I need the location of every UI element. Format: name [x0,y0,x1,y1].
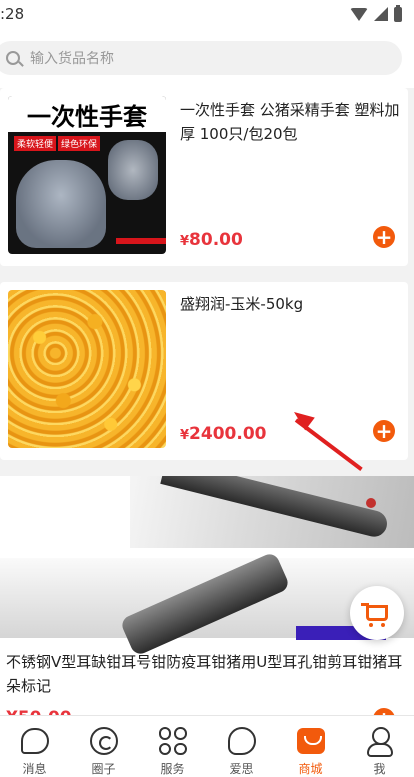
profile-icon [365,726,395,757]
circle-icon [89,727,118,755]
message-icon [20,728,49,754]
currency-symbol: ¥ [180,234,190,249]
tab-circle[interactable]: 圈子 [69,716,138,777]
add-to-cart-button[interactable]: + [373,226,395,248]
love-icon [227,726,257,756]
product-price: ¥80.00 [180,230,243,250]
tab-label: 消息 [22,762,47,776]
love-icon [227,727,256,755]
grid-dot [174,742,187,755]
product-card[interactable]: 一次性手套 柔软轻便 绿色环保 一次性手套 公猪采精手套 塑料加厚 100只/包… [0,88,408,266]
glove-illustration [108,140,158,200]
product-image-tag: 绿色环保 [58,136,101,151]
product-image[interactable]: 一次性手套 柔软轻便 绿色环保 [8,96,166,254]
shop-icon [296,726,326,756]
tab-label: 服务 [160,762,185,776]
product-title[interactable]: 一次性手套 公猪采精手套 塑料加厚 100只/包20包 [180,98,400,146]
tab-service[interactable]: 服务 [138,716,207,777]
wifi-icon [350,7,368,21]
grid-dot [158,742,171,755]
glove-illustration [16,160,106,248]
tab-profile[interactable]: 我 [345,716,414,777]
service-icon [158,727,187,755]
service-icon [158,726,188,756]
grid-dot [158,727,171,740]
tab-label: 商城 [298,762,323,776]
tab-love[interactable]: 爱思 [207,716,276,777]
signal-icon [374,7,388,21]
search-bar: 输入货品名称 [0,28,414,88]
bottom-tab-bar: 消息 圈子 服务 爱思 商城 我 [0,715,414,777]
product-image-banner: 一次性手套 [8,96,166,132]
circle-icon [89,726,119,756]
tab-label: 圈子 [91,762,116,776]
product-image-tags: 柔软轻便 绿色环保 [14,136,101,151]
cart-icon [361,603,388,627]
message-icon [20,726,50,756]
search-icon [6,51,20,65]
battery-icon [394,4,402,22]
tab-messages[interactable]: 消息 [0,716,69,777]
product-title[interactable]: 盛翔润-玉米-50kg [180,292,400,316]
price-value: 80.00 [189,230,243,250]
product-image-tag: 柔软轻便 [14,136,57,151]
search-input[interactable]: 输入货品名称 [0,41,402,75]
tab-shop[interactable]: 商城 [276,716,345,777]
status-icons [350,4,402,22]
status-time: :28 [0,5,25,23]
profile-icon [366,727,393,757]
grid-dot [174,727,187,740]
status-bar: :28 [0,0,414,28]
tab-label: 爱思 [229,762,254,776]
add-to-cart-button[interactable]: + [373,420,395,442]
tab-label: 我 [373,762,386,776]
product-card[interactable]: 盛翔润-玉米-50kg ¥2400.00 + [0,282,408,460]
currency-symbol: ¥ [180,428,190,443]
price-value: 2400.00 [189,424,267,444]
product-title[interactable]: 不锈钢V型耳缺钳耳号钳防疫耳钳猪用U型耳孔钳剪耳钳猪耳朵标记 [6,650,410,698]
product-image[interactable] [8,290,166,448]
shop-icon [296,728,325,754]
product-price: ¥2400.00 [180,424,266,444]
decorative-stripe [116,238,166,244]
search-placeholder: 输入货品名称 [30,51,114,67]
cart-button[interactable] [350,586,404,640]
pliers-illustration [366,498,376,508]
